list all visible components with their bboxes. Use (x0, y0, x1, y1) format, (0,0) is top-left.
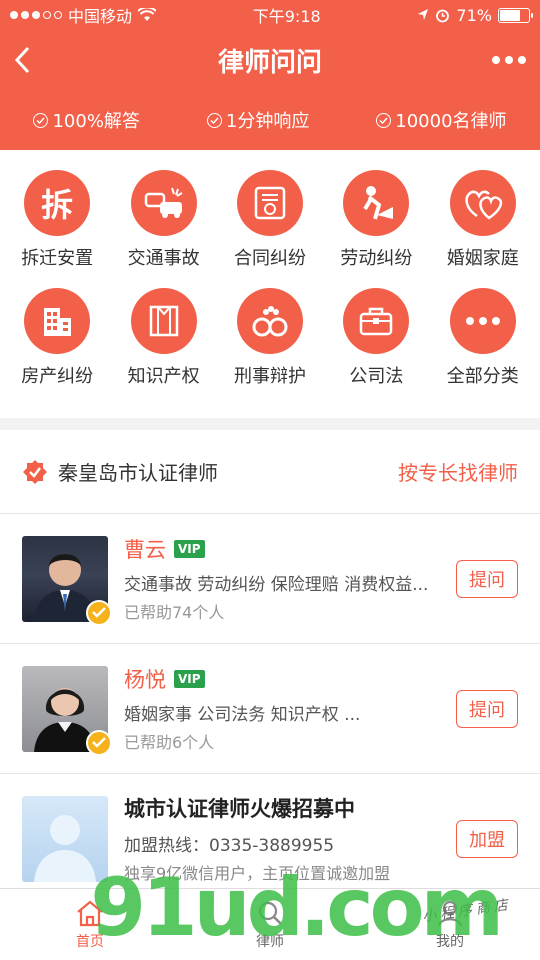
check-icon (376, 112, 392, 128)
verified-icon (86, 599, 112, 626)
tab-bar: 首页 律师 我的 (0, 888, 540, 960)
battery-percent: 71% (456, 5, 492, 25)
feature-item: 10000名律师 (376, 107, 507, 133)
alarm-icon (436, 9, 450, 22)
category-company-law[interactable]: 公司法 (326, 288, 426, 406)
status-bar: 中国移动 下午9:18 71% (0, 0, 540, 30)
more-button[interactable] (492, 56, 526, 64)
category-grid: 拆 拆迁安置 交通事故 合同纠纷 劳动纠纷 婚姻家庭 房产纠纷 知识产权 刑事辩… (0, 150, 540, 418)
demolition-icon: 拆 (24, 170, 91, 236)
verified-badge-icon (23, 459, 47, 484)
ask-button[interactable]: 提问 (456, 559, 518, 598)
feature-item: 100%解答 (33, 107, 140, 133)
header: 中国移动 下午9:18 71% 律师问问 100%解答 1分钟响应 10000名… (0, 0, 540, 150)
location-icon (418, 9, 429, 20)
lawyer-name: 曹云 (124, 538, 166, 562)
hearts-icon (449, 170, 516, 236)
handcuffs-icon (236, 288, 303, 354)
ask-button[interactable]: 提问 (456, 689, 518, 728)
carrier: 中国移动 (68, 7, 133, 26)
avatar (22, 535, 112, 626)
battery-icon (497, 7, 533, 23)
tab-mine[interactable]: 我的 (360, 889, 540, 960)
lawyer-card[interactable]: 曹云 VIP 交通事故 劳动纠纷 保险理赔 消费权益... 已帮助74个人 提问 (0, 514, 540, 644)
lawyer-section: 秦皇岛市认证律师 按专长找律师 曹云 VIP 交通事故 劳动纠纷 保险理赔 消费… (0, 430, 540, 904)
feature-strip: 100%解答 1分钟响应 10000名律师 (0, 90, 540, 150)
category-labor[interactable]: 劳动纠纷 (326, 170, 426, 288)
check-icon (206, 112, 222, 128)
category-traffic-accident[interactable]: 交通事故 (114, 170, 214, 288)
more-icon (449, 288, 516, 354)
building-icon (24, 288, 91, 354)
join-button[interactable]: 加盟 (456, 819, 518, 858)
verified-icon (86, 729, 112, 756)
home-icon (77, 900, 103, 926)
lawyer-helped-count: 已帮助74个人 (124, 603, 225, 622)
lawyer-specialty: 交通事故 劳动纠纷 保险理赔 消费权益... (124, 575, 429, 595)
category-contract[interactable]: 合同纠纷 (220, 170, 320, 288)
lawyer-card[interactable]: 杨悦 VIP 婚姻家事 公司法务 知识产权 ... 已帮助6个人 提问 (0, 644, 540, 774)
check-icon (33, 112, 49, 128)
feature-item: 1分钟响应 (206, 107, 309, 133)
avatar (22, 665, 112, 756)
page-title: 律师问问 (217, 47, 322, 78)
vip-badge: VIP (174, 670, 205, 688)
tab-lawyers[interactable]: 律师 (180, 889, 360, 960)
section-header: 秦皇岛市认证律师 按专长找律师 (0, 430, 540, 514)
chevron-left-icon (14, 46, 30, 74)
car-accident-icon (130, 170, 197, 236)
recruit-title: 城市认证律师火爆招募中 (124, 797, 355, 821)
category-demolition[interactable]: 拆 拆迁安置 (7, 170, 107, 288)
recruit-card[interactable]: 城市认证律师火爆招募中 加盟热线：0335-3889955 独享9亿微信用户，主… (0, 774, 540, 904)
status-time: 下午9:18 (252, 7, 321, 26)
lawyer-specialty: 婚姻家事 公司法务 知识产权 ... (124, 705, 361, 725)
category-all[interactable]: 全部分类 (433, 288, 533, 406)
signal-icon (10, 11, 62, 19)
category-marriage[interactable]: 婚姻家庭 (433, 170, 533, 288)
lawyer-name: 杨悦 (124, 668, 166, 692)
recruit-hotline: 加盟热线：0335-3889955 (124, 836, 335, 856)
vip-badge: VIP (174, 540, 205, 558)
tab-home[interactable]: 首页 (0, 889, 180, 960)
section-title: 秦皇岛市认证律师 (58, 461, 218, 485)
category-criminal[interactable]: 刑事辩护 (220, 288, 320, 406)
find-by-specialty-link[interactable]: 按专长找律师 (398, 457, 518, 486)
wifi-icon (138, 8, 157, 21)
category-ip[interactable]: 知识产权 (114, 288, 214, 406)
recruit-description: 独享9亿微信用户，主页位置诚邀加盟 (124, 864, 391, 883)
contract-icon (236, 170, 303, 236)
lawyer-helped-count: 已帮助6个人 (124, 733, 215, 752)
nav-bar: 律师问问 (0, 30, 540, 90)
placeholder-avatar (22, 795, 108, 882)
category-real-estate[interactable]: 房产纠纷 (7, 288, 107, 406)
book-icon (130, 288, 197, 354)
worker-icon (343, 170, 410, 236)
lawyer-icon (258, 901, 282, 925)
back-button[interactable] (14, 45, 44, 75)
briefcase-icon (343, 288, 410, 354)
